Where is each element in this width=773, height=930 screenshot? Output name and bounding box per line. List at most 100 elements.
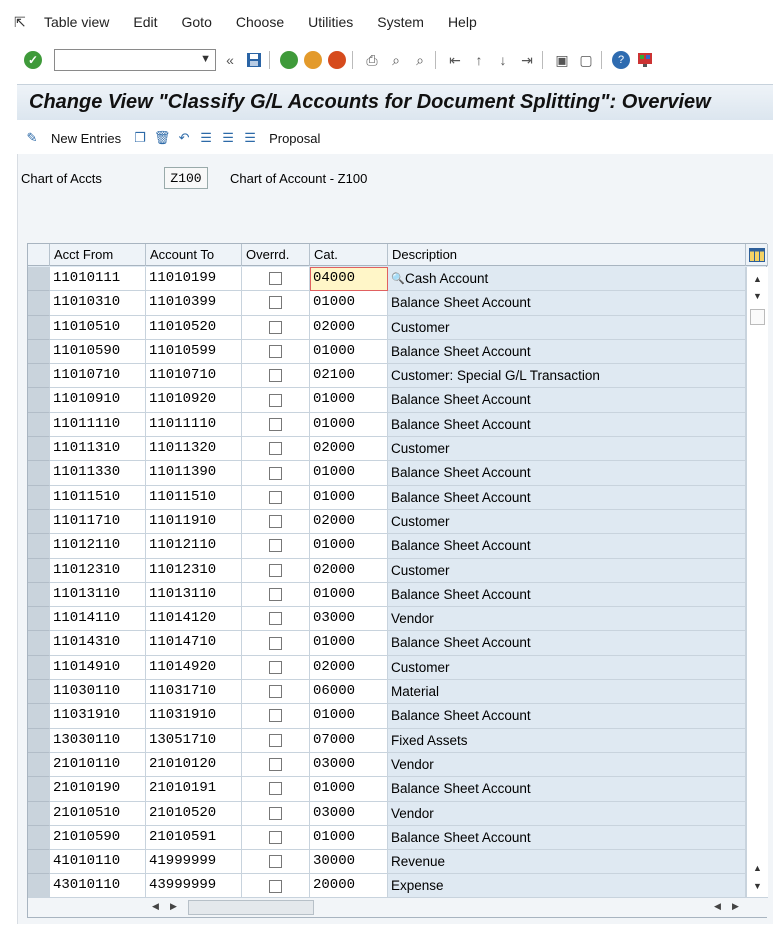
row-selector[interactable] xyxy=(28,680,50,705)
category-cell[interactable]: 02000 xyxy=(310,558,388,583)
column-header-description[interactable]: Description xyxy=(388,244,746,266)
category-cell[interactable]: 01000 xyxy=(310,825,388,851)
row-selector[interactable] xyxy=(28,509,50,535)
horizontal-scroll-thumb[interactable] xyxy=(188,900,314,915)
row-selector[interactable] xyxy=(28,704,50,729)
layout-icon[interactable] xyxy=(635,50,655,70)
override-checkbox[interactable] xyxy=(269,417,282,431)
row-selector[interactable] xyxy=(28,874,50,899)
column-header-account-to[interactable]: Account To xyxy=(146,244,242,266)
acct-from-cell[interactable]: 11010590 xyxy=(50,339,146,365)
account-to-cell[interactable]: 41999999 xyxy=(146,850,242,875)
account-to-cell[interactable]: 21010591 xyxy=(146,825,242,851)
menu-utilities[interactable]: Utilities xyxy=(308,14,353,30)
account-to-cell[interactable]: 11011390 xyxy=(146,461,242,486)
acct-from-cell[interactable]: 11014110 xyxy=(50,607,146,632)
override-checkbox[interactable] xyxy=(269,588,282,601)
account-to-cell[interactable]: 21010191 xyxy=(146,777,242,802)
horizontal-scrollbar[interactable]: ◀ ▶ ◀ ▶ xyxy=(28,897,768,917)
override-checkbox[interactable] xyxy=(269,830,282,844)
override-checkbox[interactable] xyxy=(269,612,282,626)
delete-icon[interactable]: 🗑 xyxy=(153,129,171,147)
acct-from-cell[interactable]: 11011110 xyxy=(50,412,146,438)
find-icon[interactable]: ⌕ xyxy=(386,50,406,70)
override-checkbox[interactable] xyxy=(269,855,282,869)
account-to-cell[interactable]: 11031910 xyxy=(146,704,242,729)
override-checkbox[interactable] xyxy=(269,782,282,796)
acct-from-cell[interactable]: 11030110 xyxy=(50,680,146,705)
menu-edit[interactable]: Edit xyxy=(133,14,157,30)
category-cell[interactable]: 03000 xyxy=(310,801,388,826)
row-selector[interactable] xyxy=(28,655,50,681)
account-to-cell[interactable]: 11014920 xyxy=(146,655,242,681)
acct-from-cell[interactable]: 11010710 xyxy=(50,364,146,389)
category-cell[interactable]: 07000 xyxy=(310,728,388,753)
row-selector[interactable] xyxy=(28,825,50,851)
override-checkbox[interactable] xyxy=(269,466,282,480)
category-cell[interactable]: 01000 xyxy=(310,339,388,365)
override-checkbox[interactable] xyxy=(269,296,282,310)
acct-from-cell[interactable]: 11031910 xyxy=(50,704,146,729)
acct-from-cell[interactable]: 21010110 xyxy=(50,752,146,778)
row-selector[interactable] xyxy=(28,339,50,365)
new-session-icon[interactable]: ▣ xyxy=(552,50,572,70)
override-checkbox[interactable] xyxy=(269,442,282,456)
acct-from-cell[interactable]: 11011310 xyxy=(50,437,146,462)
exit-icon[interactable] xyxy=(303,50,323,70)
find-next-icon[interactable]: ⌕ xyxy=(410,50,430,70)
cancel-icon[interactable] xyxy=(327,50,347,70)
acct-from-cell[interactable]: 43010110 xyxy=(50,874,146,899)
category-cell[interactable]: 02000 xyxy=(310,315,388,340)
category-cell[interactable]: 02000 xyxy=(310,509,388,535)
account-to-cell[interactable]: 11014710 xyxy=(146,631,242,656)
acct-from-cell[interactable]: 11014910 xyxy=(50,655,146,681)
account-to-cell[interactable]: 11010599 xyxy=(146,339,242,365)
row-selector[interactable] xyxy=(28,558,50,583)
acct-from-cell[interactable]: 41010110 xyxy=(50,850,146,875)
row-selector[interactable] xyxy=(28,850,50,875)
override-checkbox[interactable] xyxy=(269,563,282,577)
override-checkbox[interactable] xyxy=(269,733,282,747)
override-checkbox[interactable] xyxy=(269,758,282,772)
scroll-right-icon[interactable]: ▶ xyxy=(732,901,739,912)
acct-from-cell[interactable]: 11012110 xyxy=(50,534,146,559)
acct-from-cell[interactable]: 11010910 xyxy=(50,388,146,413)
account-to-cell[interactable]: 11011110 xyxy=(146,412,242,438)
row-selector[interactable] xyxy=(28,388,50,413)
override-checkbox[interactable] xyxy=(269,806,282,820)
row-selector[interactable] xyxy=(28,801,50,826)
first-page-icon[interactable]: ⇤ xyxy=(445,50,465,70)
row-selector[interactable] xyxy=(28,412,50,438)
category-cell[interactable]: 01000 xyxy=(310,777,388,802)
back-icon[interactable] xyxy=(279,50,299,70)
override-checkbox[interactable] xyxy=(269,660,282,674)
category-cell[interactable]: 01000 xyxy=(310,485,388,510)
menu-table-view[interactable]: Table view xyxy=(44,14,109,30)
override-checkbox[interactable] xyxy=(269,320,282,334)
account-to-cell[interactable]: 11012310 xyxy=(146,558,242,583)
row-selector[interactable] xyxy=(28,534,50,559)
acct-from-cell[interactable]: 21010510 xyxy=(50,801,146,826)
category-cell[interactable]: 02100 xyxy=(310,364,388,389)
shortcut-icon[interactable]: ▢ xyxy=(576,50,596,70)
category-cell[interactable]: 03000 xyxy=(310,607,388,632)
category-cell[interactable]: 02000 xyxy=(310,437,388,462)
category-cell[interactable]: 04000 xyxy=(310,267,388,292)
category-cell[interactable]: 01000 xyxy=(310,704,388,729)
vertical-scroll-thumb[interactable] xyxy=(750,309,765,325)
row-selector[interactable] xyxy=(28,607,50,632)
next-page-icon[interactable]: ↓ xyxy=(493,50,513,70)
override-checkbox[interactable] xyxy=(269,515,282,529)
category-cell[interactable]: 03000 xyxy=(310,752,388,778)
acct-from-cell[interactable]: 11014310 xyxy=(50,631,146,656)
row-selector[interactable] xyxy=(28,631,50,656)
acct-from-cell[interactable]: 11012310 xyxy=(50,558,146,583)
copy-icon[interactable]: ❐ xyxy=(131,129,149,147)
category-cell[interactable]: 20000 xyxy=(310,874,388,899)
column-header-overrd[interactable]: Overrd. xyxy=(242,244,310,266)
category-cell[interactable]: 01000 xyxy=(310,534,388,559)
scroll-up-icon[interactable]: ▲ xyxy=(753,274,762,284)
override-checkbox[interactable] xyxy=(269,685,282,699)
override-checkbox[interactable] xyxy=(269,369,282,383)
row-selector[interactable] xyxy=(28,485,50,510)
